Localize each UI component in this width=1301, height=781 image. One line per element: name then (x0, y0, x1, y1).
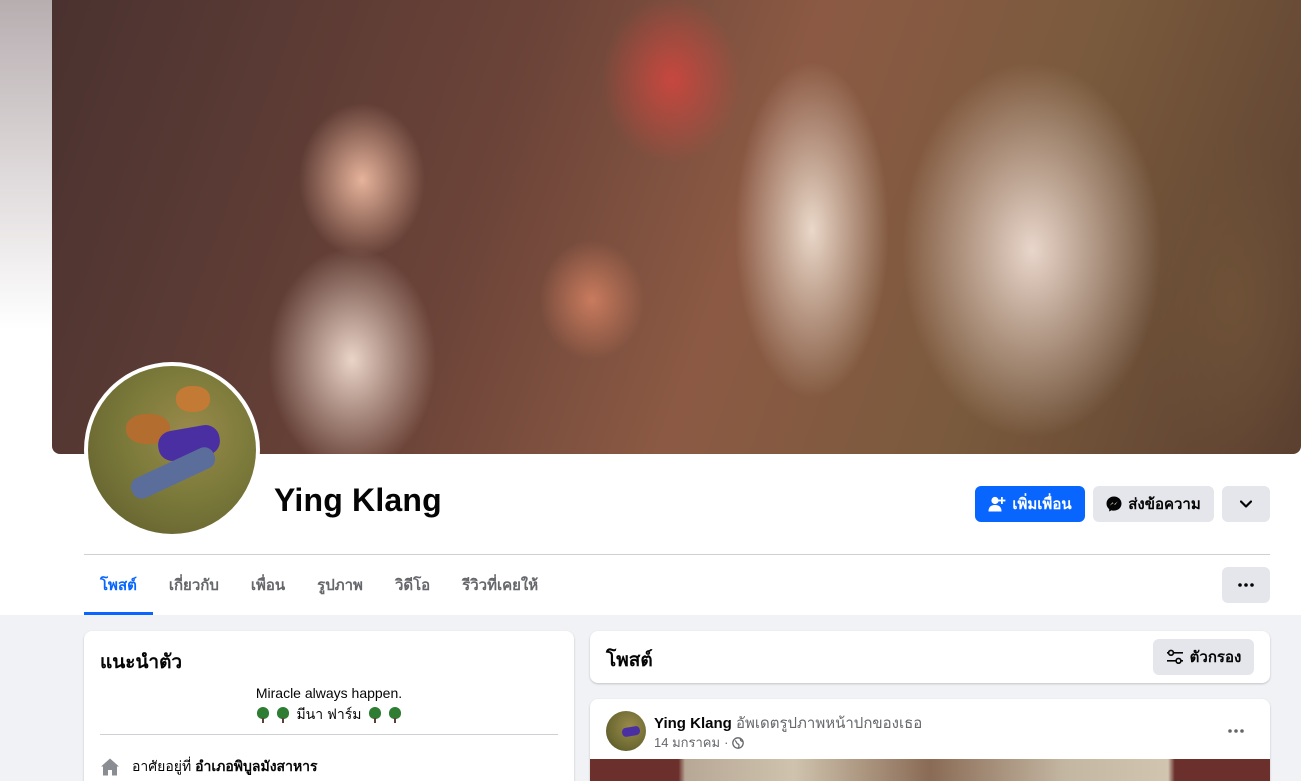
filter-sliders-icon (1166, 649, 1183, 664)
more-horizontal-icon (1238, 583, 1254, 587)
tab-posts[interactable]: โพสต์ (84, 555, 153, 615)
messenger-icon (1106, 496, 1122, 512)
posts-title: โพสต์ (606, 650, 653, 671)
tab-friends[interactable]: เพื่อน (235, 555, 301, 615)
home-icon (101, 758, 119, 776)
tab-reviews-given[interactable]: รีวิวที่เคยให้ (446, 555, 554, 615)
lives-prefix: อาศัยอยู่ที่ (132, 758, 192, 774)
add-friend-button[interactable]: เพิ่มเพื่อน (975, 486, 1085, 522)
tab-about[interactable]: เกี่ยวกับ (153, 555, 235, 615)
tab-label: รูปภาพ (317, 577, 363, 594)
post-card: Ying Klang อัพเดตรูปภาพหน้าปกของเธอ 14 ม… (590, 699, 1270, 781)
post-author-avatar[interactable] (606, 711, 646, 751)
tree-icon (276, 707, 290, 723)
meta-separator: · (724, 735, 729, 750)
tab-label: โพสต์ (100, 577, 137, 594)
tab-photos[interactable]: รูปภาพ (301, 555, 379, 615)
post-meta: 14 มกราคม · (654, 732, 745, 753)
intro-card: แนะนำตัว Miracle always happen. มีนา ฟาร… (84, 631, 574, 781)
avatar-image (88, 366, 256, 534)
filter-label: ตัวกรอง (1189, 649, 1242, 666)
posts-header-card: โพสต์ ตัวกรอง (590, 631, 1270, 683)
add-friend-label: เพิ่มเพื่อน (1012, 496, 1072, 513)
profile-name: Ying Klang (274, 482, 442, 518)
profile-options-button[interactable] (1222, 486, 1270, 522)
more-horizontal-icon (1228, 729, 1244, 733)
tree-icon (368, 707, 382, 723)
tab-label: เกี่ยวกับ (168, 577, 219, 594)
lives-place-link[interactable]: อำเภอพิบูลมังสาหาร (195, 758, 317, 774)
tree-icon (256, 707, 270, 723)
tab-label: เพื่อน (250, 577, 286, 594)
bio-farm-line: มีนา ฟาร์ม (84, 704, 574, 726)
tab-label: รีวิวที่เคยให้ (462, 577, 539, 594)
intro-title: แนะนำตัว (100, 652, 183, 673)
person-plus-icon (988, 496, 1006, 512)
tabs-more-button[interactable] (1222, 567, 1270, 603)
post-image[interactable] (590, 759, 1270, 781)
background-fade (0, 0, 52, 330)
globe-icon (732, 736, 745, 749)
profile-tabs: โพสต์ เกี่ยวกับ เพื่อน รูปภาพ วิดีโอ รีว… (84, 555, 554, 615)
post-date-link[interactable]: 14 มกราคม (654, 732, 720, 753)
bio-farm-name: มีนา ฟาร์ม (296, 706, 362, 722)
profile-avatar[interactable] (84, 362, 260, 538)
intro-divider (100, 734, 558, 735)
filter-button[interactable]: ตัวกรอง (1153, 639, 1254, 675)
bio-text: Miracle always happen. (255, 685, 403, 701)
post-author-link[interactable]: Ying Klang (654, 715, 732, 732)
post-options-button[interactable] (1218, 713, 1254, 749)
tab-videos[interactable]: วิดีโอ (379, 555, 446, 615)
tab-label: วิดีโอ (394, 577, 431, 594)
lives-in-row: อาศัยอยู่ที่ อำเภอพิบูลมังสาหาร (100, 756, 318, 778)
tree-icon (388, 707, 402, 723)
post-action-text: อัพเดตรูปภาพหน้าปกของเธอ (735, 715, 923, 732)
chevron-down-icon (1240, 500, 1252, 508)
message-label: ส่งข้อความ (1128, 496, 1201, 513)
message-button[interactable]: ส่งข้อความ (1093, 486, 1214, 522)
cover-photo[interactable] (52, 0, 1301, 454)
